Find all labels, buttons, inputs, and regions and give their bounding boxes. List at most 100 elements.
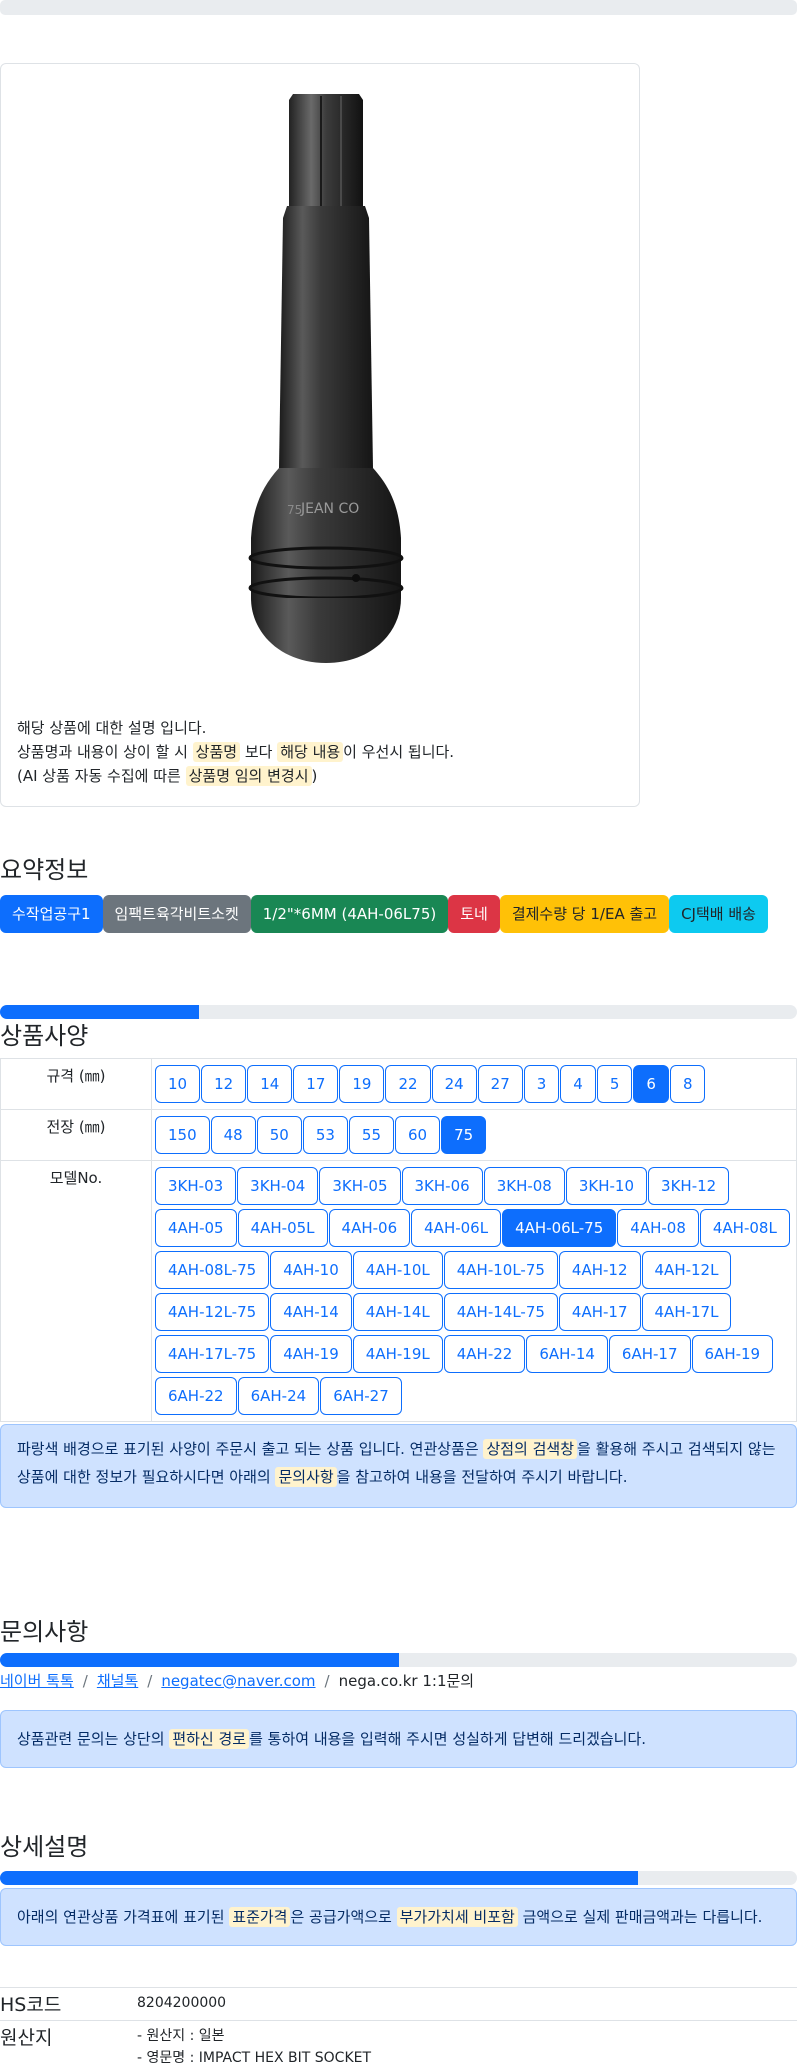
- option-button[interactable]: 4AH-12L: [641, 1251, 732, 1289]
- product-description: 해당 상품에 대한 설명 입니다. 상품명과 내용이 상이 할 시 상품명 보다…: [17, 716, 454, 788]
- description-text: 상품명과 내용이 상이 할 시: [17, 743, 193, 761]
- option-button[interactable]: 24: [431, 1065, 477, 1103]
- option-button-selected[interactable]: 6: [633, 1065, 669, 1103]
- summary-title: 요약정보: [0, 856, 89, 884]
- inquiry-progress-fill: [0, 1653, 399, 1667]
- option-button[interactable]: 4AH-22: [443, 1335, 526, 1373]
- option-button[interactable]: 17: [293, 1065, 339, 1103]
- option-button[interactable]: 4AH-19: [270, 1335, 352, 1373]
- option-button[interactable]: 150: [155, 1116, 210, 1154]
- spec-options: 10 12 14 17 19 22 24 27 3 4 5 6 8: [151, 1058, 797, 1110]
- highlight-name-change: 상품명 임의 변경시: [185, 766, 312, 786]
- option-button[interactable]: 4AH-05: [155, 1209, 237, 1247]
- option-button-selected[interactable]: 75: [441, 1116, 487, 1154]
- option-button[interactable]: 3KH-03: [155, 1167, 237, 1205]
- option-button[interactable]: 6AH-14: [526, 1335, 608, 1373]
- option-button[interactable]: 12: [201, 1065, 247, 1103]
- hs-code-value: 8204200000: [137, 1987, 797, 2021]
- option-button[interactable]: 8: [669, 1065, 706, 1103]
- summary-badge: 토네: [448, 895, 500, 933]
- description-line-3: (AI 상품 자동 수집에 따른 상품명 임의 변경시): [17, 764, 454, 788]
- option-button[interactable]: 10: [155, 1065, 201, 1103]
- option-button[interactable]: 4AH-14L: [352, 1293, 443, 1331]
- spec-row-length: 전장 (㎜) 150 48 50 53 55 60 75: [0, 1109, 797, 1161]
- option-button[interactable]: 3KH-05: [319, 1167, 401, 1205]
- option-button[interactable]: 4AH-06: [328, 1209, 411, 1247]
- option-button[interactable]: 4AH-14: [270, 1293, 352, 1331]
- spec-label: 규격 (㎜): [0, 1058, 152, 1110]
- option-button[interactable]: 4AH-08: [617, 1209, 699, 1247]
- email-link[interactable]: negatec@naver.com: [161, 1672, 315, 1690]
- option-button[interactable]: 4AH-12L-75: [155, 1293, 270, 1331]
- option-button[interactable]: 5: [596, 1065, 633, 1103]
- option-button[interactable]: 4AH-17L-75: [155, 1335, 270, 1373]
- highlight-inquiry: 문의사항: [275, 1467, 337, 1487]
- option-button[interactable]: 3KH-10: [565, 1167, 648, 1205]
- socket-brand-mark: JEAN CO: [300, 501, 359, 517]
- option-button[interactable]: 4AH-17L: [641, 1293, 732, 1331]
- option-button[interactable]: 22: [385, 1065, 431, 1103]
- option-button[interactable]: 50: [256, 1116, 302, 1154]
- option-button[interactable]: 6AH-17: [608, 1335, 691, 1373]
- summary-badge: 1/2"*6MM (4AH-06L75): [250, 895, 449, 933]
- option-button-group: 150 48 50 53 55 60 75: [155, 1114, 794, 1156]
- option-button[interactable]: 48: [210, 1116, 256, 1154]
- spec-table: 규격 (㎜) 10 12 14 17 19 22 24 27 3 4 5 6 8 전장 (㎜) 150 48 50…: [0, 1058, 797, 1422]
- highlight-standard-price: 표준가격: [229, 1907, 291, 1927]
- option-button[interactable]: 3KH-04: [237, 1167, 319, 1205]
- channel-talk-link[interactable]: 채널톡: [97, 1670, 138, 1691]
- option-button[interactable]: 3KH-12: [648, 1167, 730, 1205]
- product-detail-page: JEAN CO 75 해당 상품에 대한 설명 입니다. 상품명과 내용이 상이…: [0, 0, 797, 2069]
- spec-title: 상품사양: [0, 1022, 89, 1050]
- option-button[interactable]: 6AH-19: [691, 1335, 774, 1373]
- option-button[interactable]: 4AH-17: [558, 1293, 641, 1331]
- option-button[interactable]: 4AH-05L: [237, 1209, 328, 1247]
- option-button[interactable]: 4AH-10L: [352, 1251, 443, 1289]
- spec-options: 3KH-03 3KH-04 3KH-05 3KH-06 3KH-08 3KH-10 3KH-…: [151, 1160, 797, 1422]
- option-button[interactable]: 60: [395, 1116, 441, 1154]
- contact-links: 네이버 톡톡 / 채널톡 / negatec@naver.com / nega.…: [0, 1670, 474, 1691]
- inquiry-notice: 상품관련 문의는 상단의 편하신 경로 를 통하여 내용을 입력해 주시면 성실하…: [0, 1710, 797, 1768]
- naver-talk-link[interactable]: 네이버 톡톡: [0, 1670, 74, 1691]
- detail-progress-fill: [0, 1871, 638, 1885]
- option-button[interactable]: 6AH-27: [320, 1377, 402, 1415]
- option-button[interactable]: 4AH-19L: [352, 1335, 443, 1373]
- description-line-1: 해당 상품에 대한 설명 입니다.: [17, 719, 207, 737]
- option-button[interactable]: 4AH-06L: [411, 1209, 502, 1247]
- summary-badge: 결제수량 당 1/EA 출고: [499, 895, 670, 933]
- product-image: JEAN CO 75: [248, 94, 404, 663]
- option-button[interactable]: 4AH-10: [270, 1251, 352, 1289]
- top-placeholder-bar: [0, 0, 797, 15]
- description-text: (AI 상품 자동 수집에 따른: [17, 767, 186, 785]
- hs-code-row: HS코드 8204200000: [0, 1987, 797, 2021]
- option-button[interactable]: 4AH-14L-75: [443, 1293, 558, 1331]
- option-button-selected[interactable]: 4AH-06L-75: [502, 1209, 617, 1247]
- option-button[interactable]: 6AH-22: [155, 1377, 237, 1415]
- option-button[interactable]: 4: [560, 1065, 596, 1103]
- option-button[interactable]: 4AH-10L-75: [443, 1251, 558, 1289]
- option-button[interactable]: 6AH-24: [237, 1377, 320, 1415]
- spec-options: 150 48 50 53 55 60 75: [151, 1109, 797, 1161]
- option-button[interactable]: 55: [348, 1116, 395, 1154]
- highlight-product-name: 상품명: [192, 742, 241, 762]
- product-info-table: HS코드 8204200000 원산지 - 원산지 : 일본 - 영문명 : I…: [0, 1987, 797, 2069]
- option-button[interactable]: 4AH-08L: [699, 1209, 790, 1247]
- summary-badges: 수작업공구1 임팩트육각비트소켓 1/2"*6MM (4AH-06L75) 토네 결제수…: [0, 895, 768, 933]
- detail-progress-bar: [0, 1871, 797, 1885]
- notice-text: 파랑색 배경으로 표기된 사양이 주문시 출고 되는 상품 입니다. 연관상품은: [17, 1440, 484, 1458]
- option-button[interactable]: 53: [302, 1116, 348, 1154]
- option-button[interactable]: 3KH-06: [401, 1167, 483, 1205]
- option-button[interactable]: 3: [523, 1065, 560, 1103]
- option-button[interactable]: 27: [477, 1065, 523, 1103]
- spec-progress-bar: [0, 1005, 797, 1019]
- option-button[interactable]: 14: [247, 1065, 293, 1103]
- highlight-vat-excluded: 부가가치세 비포함: [396, 1907, 518, 1927]
- spec-row-size: 규격 (㎜) 10 12 14 17 19 22 24 27 3 4 5 6 8: [0, 1058, 797, 1110]
- option-button[interactable]: 4AH-08L-75: [155, 1251, 270, 1289]
- description-text: 보다: [240, 743, 278, 761]
- option-button[interactable]: 19: [339, 1065, 385, 1103]
- option-button[interactable]: 4AH-12: [558, 1251, 641, 1289]
- option-button[interactable]: 3KH-08: [483, 1167, 565, 1205]
- spec-label: 전장 (㎜): [0, 1109, 152, 1161]
- summary-badge: 수작업공구1: [0, 895, 103, 933]
